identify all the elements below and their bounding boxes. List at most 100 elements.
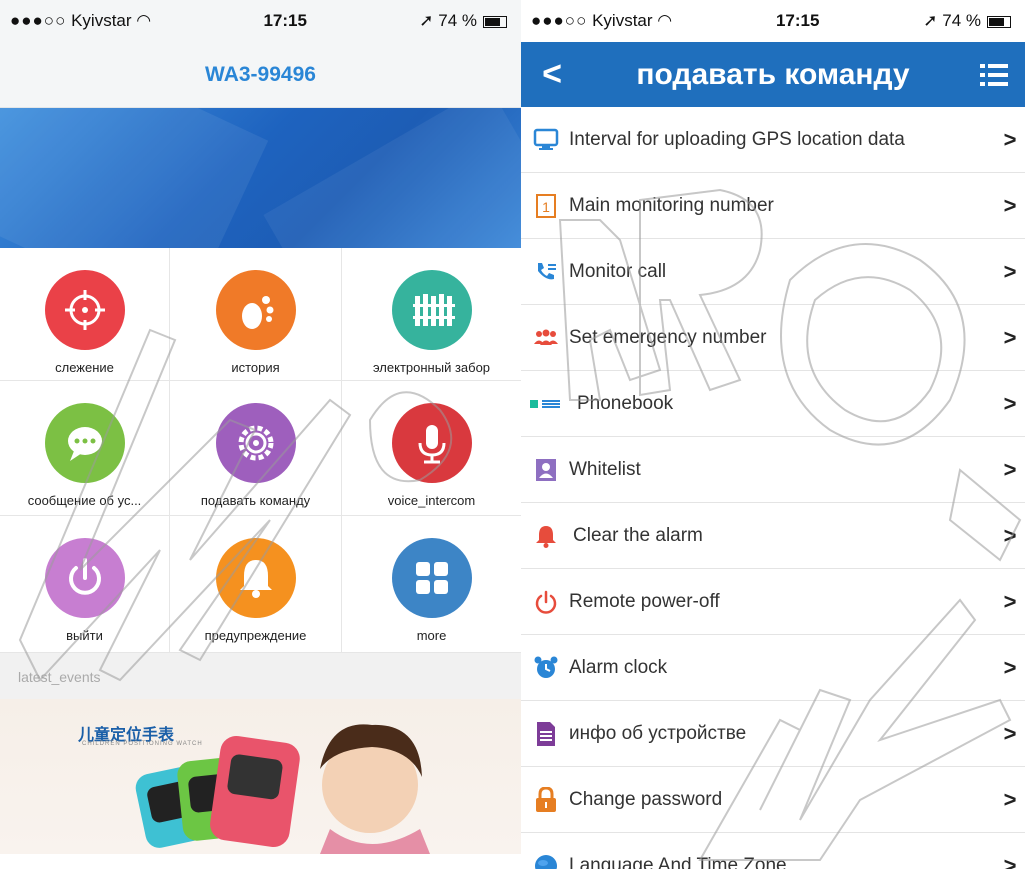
left-phone-screen: ●●●○○ Kyivstar ◠ 17:15 ➚ 74 % WA3-99496 … [0, 0, 521, 869]
gear-icon [215, 403, 296, 483]
target-icon [44, 270, 125, 350]
list-item-gps-interval[interactable]: Interval for uploading GPS location data… [521, 107, 1025, 173]
list-item-whitelist[interactable]: Whitelist > [521, 437, 1025, 503]
battery-icon [483, 15, 507, 28]
command-app-bar: < подавать команду [521, 42, 1025, 107]
tile-history[interactable]: история [170, 248, 342, 381]
list-item-label: Language And Time Zone [569, 854, 787, 869]
chevron-right-icon: > [1003, 390, 1017, 416]
battery-icon [987, 15, 1011, 28]
grid-icon [391, 538, 472, 618]
signal-icon: ●●●○○ [10, 11, 67, 30]
tile-label: выйти [66, 628, 103, 643]
back-button[interactable]: < [521, 55, 583, 94]
command-list: Interval for uploading GPS location data… [521, 107, 1025, 869]
clock: 17:15 [775, 11, 820, 30]
tile-geofence[interactable]: электронный забор [342, 248, 521, 381]
tile-more[interactable]: more [342, 516, 521, 653]
list-item-clear-alarm[interactable]: Clear the alarm > [521, 503, 1025, 569]
device-title-bar: WA3-99496 [0, 42, 521, 108]
list-item-emergency-number[interactable]: Set emergency number > [521, 305, 1025, 371]
list-item-label: Alarm clock [569, 656, 668, 678]
contact-card-icon [529, 458, 563, 482]
chevron-right-icon: > [1003, 258, 1017, 284]
bell-icon [529, 524, 563, 548]
chevron-right-icon: > [1003, 522, 1017, 548]
chevron-right-icon: > [1003, 588, 1017, 614]
list-item-label: Monitor call [569, 260, 667, 282]
tile-label: подавать команду [200, 493, 311, 508]
list-item-phonebook[interactable]: Phonebook > [521, 371, 1025, 437]
wifi-icon: ◠ [657, 11, 673, 30]
tile-label: электронный забор [372, 360, 491, 375]
tile-messages[interactable]: сообщение об ус... [0, 381, 170, 516]
tile-logout[interactable]: выйти [0, 516, 170, 653]
tile-alerts[interactable]: предупреждение [170, 516, 342, 653]
latest-events-heading: latest_events [0, 653, 521, 699]
padlock-icon [529, 786, 563, 813]
menu-button[interactable] [963, 62, 1025, 88]
chevron-right-icon: > [1003, 786, 1017, 812]
list-item-change-password[interactable]: Change password > [521, 767, 1025, 833]
list-item-label: Clear the alarm [573, 524, 703, 546]
tile-label: слежение [55, 360, 114, 375]
list-item-label: Main monitoring number [569, 194, 774, 216]
list-item-monitoring-number[interactable]: 1 Main monitoring number > [521, 173, 1025, 239]
tile-send-command[interactable]: подавать команду [170, 381, 342, 516]
list-item-alarm-clock[interactable]: Alarm clock > [521, 635, 1025, 701]
carrier: ●●●○○ Kyivstar ◠ [531, 11, 673, 30]
monitor-icon [529, 128, 563, 152]
list-item-label: инфо об устройстве [569, 722, 747, 744]
document-icon [529, 721, 563, 747]
wifi-icon: ◠ [136, 11, 152, 30]
list-item-language-timezone[interactable]: Language And Time Zone > [521, 833, 1025, 869]
watch-product-image [135, 724, 430, 854]
location-arrow-icon: ➚ [923, 11, 938, 30]
people-icon [529, 328, 563, 348]
globe-icon [529, 853, 563, 869]
list-menu-icon [980, 63, 1008, 86]
chat-icon [44, 403, 125, 483]
feature-grid: слежение история электронный забор сообщ… [0, 248, 521, 653]
tile-label: more [416, 628, 447, 643]
tile-label: voice_intercom [387, 493, 476, 508]
list-item-label: Set emergency number [569, 326, 767, 348]
chevron-right-icon: > [1003, 324, 1017, 350]
status-bar: ●●●○○ Kyivstar ◠ 17:15 ➚ 74 % [521, 0, 1025, 42]
bell-icon [215, 538, 296, 618]
page-title: подавать команду [636, 57, 910, 91]
tile-voice-intercom[interactable]: voice_intercom [342, 381, 521, 516]
battery-status: ➚ 74 % [923, 11, 1011, 31]
power-icon [529, 590, 563, 614]
phonebook-icon [529, 397, 563, 411]
location-arrow-icon: ➚ [419, 11, 434, 30]
tile-label: история [231, 360, 280, 375]
alarm-clock-icon [529, 655, 563, 681]
chevron-right-icon: > [1003, 720, 1017, 746]
list-item-label: Interval for uploading GPS location data [569, 128, 905, 150]
fence-icon [391, 270, 472, 350]
list-item-remote-power-off[interactable]: Remote power-off > [521, 569, 1025, 635]
carrier: ●●●○○ Kyivstar ◠ [10, 11, 152, 30]
tile-label: сообщение об ус... [27, 493, 142, 508]
power-icon [44, 538, 125, 618]
list-item-label: Change password [569, 788, 723, 810]
list-item-label: Remote power-off [569, 590, 720, 612]
svg-text:1: 1 [542, 199, 550, 215]
chevron-right-icon: > [1003, 192, 1017, 218]
list-item-device-info[interactable]: инфо об устройстве > [521, 701, 1025, 767]
list-item-label: Phonebook [577, 392, 674, 414]
right-phone-screen: ●●●○○ Kyivstar ◠ 17:15 ➚ 74 % < подавать… [521, 0, 1025, 869]
list-item-monitor-call[interactable]: Monitor call > [521, 239, 1025, 305]
promo-banner[interactable]: 儿童定位手表 CHILDREN POSITIONING WATCH [0, 699, 521, 854]
battery-status: ➚ 74 % [419, 11, 507, 31]
tile-tracking[interactable]: слежение [0, 248, 170, 381]
tile-label: предупреждение [204, 628, 307, 643]
number-one-icon: 1 [529, 193, 563, 219]
clock: 17:15 [263, 11, 307, 30]
footprint-icon [215, 270, 296, 350]
chevron-right-icon: > [1003, 456, 1017, 482]
chevron-right-icon: > [1003, 126, 1017, 152]
device-title: WA3-99496 [205, 62, 316, 86]
status-bar: ●●●○○ Kyivstar ◠ 17:15 ➚ 74 % [0, 0, 521, 42]
